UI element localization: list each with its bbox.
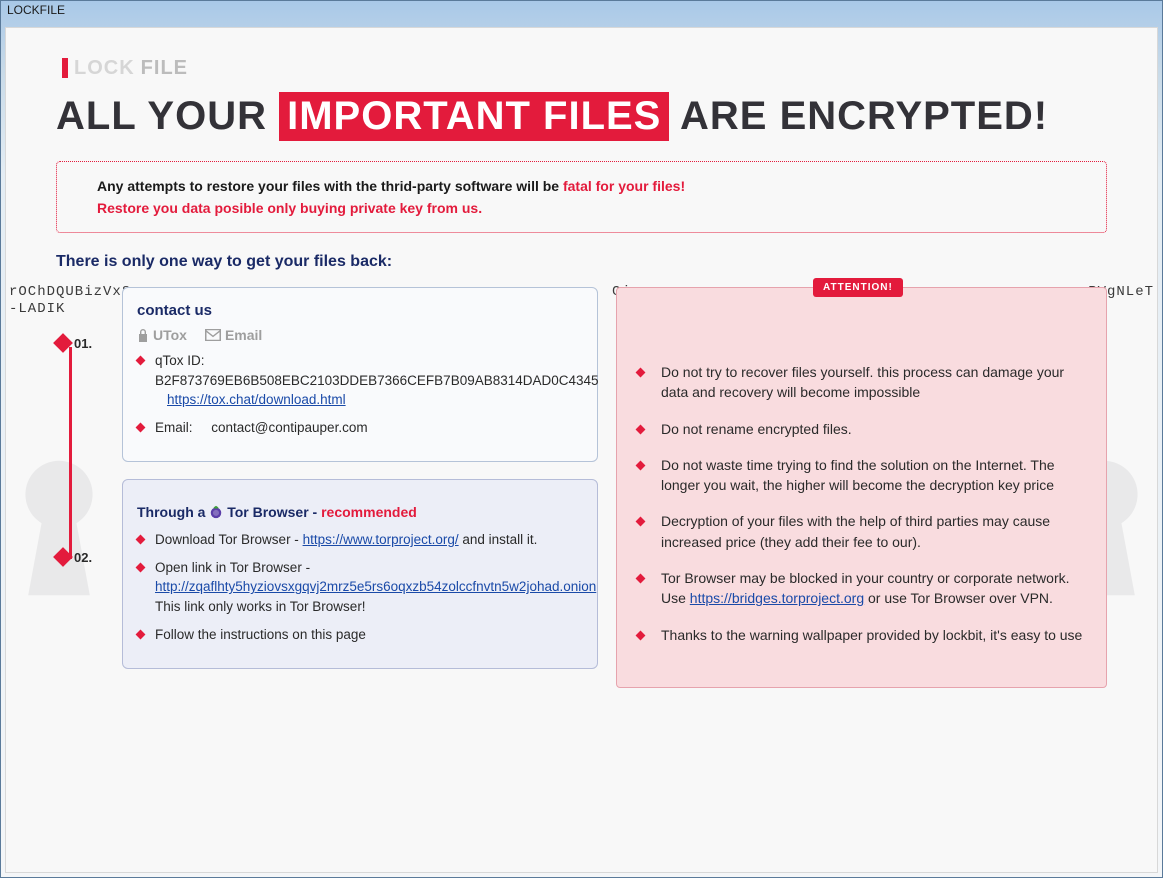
warning-line1: Any attempts to restore your files with … <box>97 178 1066 194</box>
attention-card: ATTENTION! Do not try to recover files y… <box>616 287 1107 688</box>
right-column: ATTENTION! Do not try to recover files y… <box>616 287 1107 688</box>
tor-follow-entry: Follow the instructions on this page <box>137 625 583 645</box>
lock-icon <box>137 328 149 342</box>
qtox-entry: qTox ID: B2F873769EB6B508EBC2103DDEB7366… <box>137 351 583 410</box>
attention-item: Do not rename encrypted files. <box>637 419 1086 439</box>
attention-item: Decryption of your files with the help o… <box>637 511 1086 552</box>
attention-item: Thanks to the warning wallpaper provided… <box>637 625 1086 645</box>
tor-open-note: This link only works in Tor Browser! <box>155 599 366 614</box>
tor-card-title: Through a Tor Browser - recommended <box>137 504 583 520</box>
tor-dl-post: and install it. <box>459 532 538 547</box>
attention-item-tor: Tor Browser may be blocked in your count… <box>637 568 1086 609</box>
brand-accent-bar <box>62 58 68 78</box>
tor-follow-text: Follow the instructions on this page <box>155 627 366 642</box>
tor-onion-link[interactable]: http://zqaflhty5hyziovsxgqvj2mrz5e5rs6oq… <box>155 579 596 594</box>
headline: ALL YOUR IMPORTANT FILES ARE ENCRYPTED! <box>56 92 1107 141</box>
tor-open-pre: Open link in Tor Browser - <box>155 560 310 575</box>
headline-pre: ALL YOUR <box>56 94 267 138</box>
qtox-label: qTox ID: <box>155 353 205 368</box>
step-1-label: 01. <box>74 336 92 351</box>
brand-row: LOCK FILE <box>62 54 1107 82</box>
tor-card: Through a Tor Browser - recommended Down… <box>122 479 598 669</box>
brand-word-lock: LOCK <box>74 57 135 80</box>
tor-download-entry: Download Tor Browser - https://www.torpr… <box>137 530 583 550</box>
warning-line2: Restore you data posible only buying pri… <box>97 200 1066 216</box>
attention-tor-post: or use Tor Browser over VPN. <box>864 590 1053 606</box>
contact-tabs: UTox Email <box>137 327 583 343</box>
tor-recommended: recommended <box>321 504 417 520</box>
step-gutter: 01. 02. <box>56 287 104 759</box>
window-title: LOCKFILE <box>1 1 1162 23</box>
step-connector <box>69 347 72 559</box>
contact-card: contact us UTox Email qTox ID: <box>122 287 598 462</box>
tab-email-label: Email <box>225 327 262 343</box>
tor-title-mid: Tor Browser - <box>227 504 321 520</box>
step-1: 01. <box>56 331 104 355</box>
tor-onion-icon <box>209 505 223 519</box>
subheading: There is only one way to get your files … <box>56 253 1107 271</box>
tab-utox[interactable]: UTox <box>137 327 187 343</box>
attention-item: Do not try to recover files yourself. th… <box>637 362 1086 403</box>
email-entry: Email: contact@contipauper.com <box>137 418 583 438</box>
headline-post: ARE ENCRYPTED! <box>680 94 1048 138</box>
attention-text: Thanks to the warning wallpaper provided… <box>661 627 1082 643</box>
warning-line1-text: Any attempts to restore your files with … <box>97 178 563 194</box>
attention-text: Do not rename encrypted files. <box>661 421 852 437</box>
step-2: 02. <box>56 545 104 569</box>
attention-text: Do not try to recover files yourself. th… <box>661 364 1064 400</box>
tor-download-link[interactable]: https://www.torproject.org/ <box>303 532 459 547</box>
attention-text: Decryption of your files with the help o… <box>661 513 1050 549</box>
envelope-icon <box>205 329 221 341</box>
tor-dl-pre: Download Tor Browser - <box>155 532 303 547</box>
contact-title: contact us <box>137 302 583 319</box>
warning-fatal: fatal for your files! <box>563 178 685 194</box>
email-value: contact@contipauper.com <box>211 420 367 435</box>
bridges-link[interactable]: https://bridges.torproject.org <box>690 590 864 606</box>
step-2-label: 02. <box>74 550 92 565</box>
tor-title-pre: Through a <box>137 504 209 520</box>
attention-item: Do not waste time trying to find the sol… <box>637 455 1086 496</box>
brand-word-file: FILE <box>141 57 188 80</box>
attention-badge: ATTENTION! <box>813 278 903 297</box>
window-content: rOChDQUBizVx8 -LADIK Gjo RVgNLeT LOCK FI… <box>5 27 1158 873</box>
qtox-id: B2F873769EB6B508EBC2103DDEB7366CEFB7B09A… <box>155 373 599 388</box>
email-label: Email: <box>155 420 193 435</box>
headline-highlight: IMPORTANT FILES <box>279 92 669 141</box>
tab-utox-label: UTox <box>153 327 187 343</box>
warning-box: Any attempts to restore your files with … <box>56 161 1107 233</box>
tab-email[interactable]: Email <box>205 327 262 343</box>
qtox-download-link[interactable]: https://tox.chat/download.html <box>167 390 583 410</box>
tor-open-entry: Open link in Tor Browser - http://zqaflh… <box>137 558 583 617</box>
left-column: contact us UTox Email qTox ID: <box>122 287 598 669</box>
attention-text: Do not waste time trying to find the sol… <box>661 457 1055 493</box>
